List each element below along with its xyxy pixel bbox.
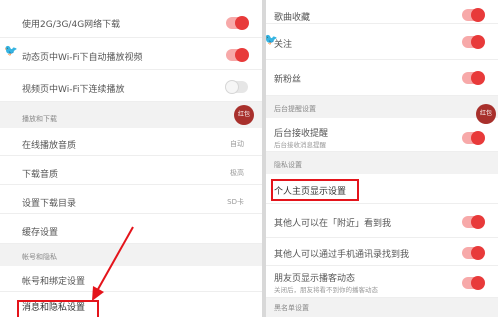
nearby-toggle[interactable] xyxy=(462,215,485,229)
setting-sublabel: 后台接收消息提醒 xyxy=(274,141,326,149)
background-receive-toggle[interactable] xyxy=(462,131,485,145)
setting-label: 后台接收提醒 xyxy=(274,129,329,139)
setting-label: 朋友页显示播客动态 xyxy=(274,274,356,284)
highlight-box-homepage-display xyxy=(271,179,359,201)
contacts-toggle[interactable] xyxy=(462,246,485,260)
setting-sublabel: 关闭后，朋友将看不到你的播客动态 xyxy=(274,286,378,294)
setting-row-song-collect[interactable]: 歌曲收藏 xyxy=(266,0,498,24)
left-settings-panel: 使用2G/3G/4G网络下载 🐦 动态页中Wi-Fi下自动播放视频 视频页中Wi… xyxy=(0,0,262,317)
setting-row-new-fans[interactable]: 新粉丝 xyxy=(266,60,498,96)
red-arrow-annotation xyxy=(92,226,134,301)
setting-row-background-receive[interactable]: 后台接收提醒 后台接收消息提醒 xyxy=(266,118,498,152)
setting-label: 关注 xyxy=(274,40,293,50)
setting-row-nearby[interactable]: 其他人可以在「附近」看到我 xyxy=(266,204,498,238)
section-title: 黑名单设置 xyxy=(274,304,309,312)
section-title: 隐私设置 xyxy=(274,161,302,169)
section-header-background: 后台提醒设置 红包 xyxy=(266,96,498,124)
setting-label: 其他人可以通过手机通讯录找到我 xyxy=(274,250,410,260)
friend-podcast-toggle[interactable] xyxy=(462,276,485,290)
setting-row-follow[interactable]: 🐦 关注 xyxy=(266,24,498,60)
section-header-blacklist: 黑名单设置 xyxy=(266,298,498,317)
setting-label: 歌曲收藏 xyxy=(274,13,311,23)
setting-row-friend-podcast[interactable]: 朋友页显示播客动态 关闭后，朋友将看不到你的播客动态 xyxy=(266,266,498,298)
section-header-privacy: 隐私设置 xyxy=(266,152,498,174)
follow-toggle[interactable] xyxy=(462,35,485,49)
right-settings-panel: 歌曲收藏 🐦 关注 新粉丝 后台提醒设置 红包 后台接收提醒 后台接收消息提醒 … xyxy=(266,0,498,317)
setting-label: 其他人可以在「附近」看到我 xyxy=(274,219,392,229)
new-fans-toggle[interactable] xyxy=(462,71,485,85)
section-title: 后台提醒设置 xyxy=(274,105,316,113)
song-collect-toggle[interactable] xyxy=(462,8,485,22)
setting-label: 新粉丝 xyxy=(274,75,302,85)
setting-row-contacts[interactable]: 其他人可以通过手机通讯录找到我 xyxy=(266,238,498,266)
